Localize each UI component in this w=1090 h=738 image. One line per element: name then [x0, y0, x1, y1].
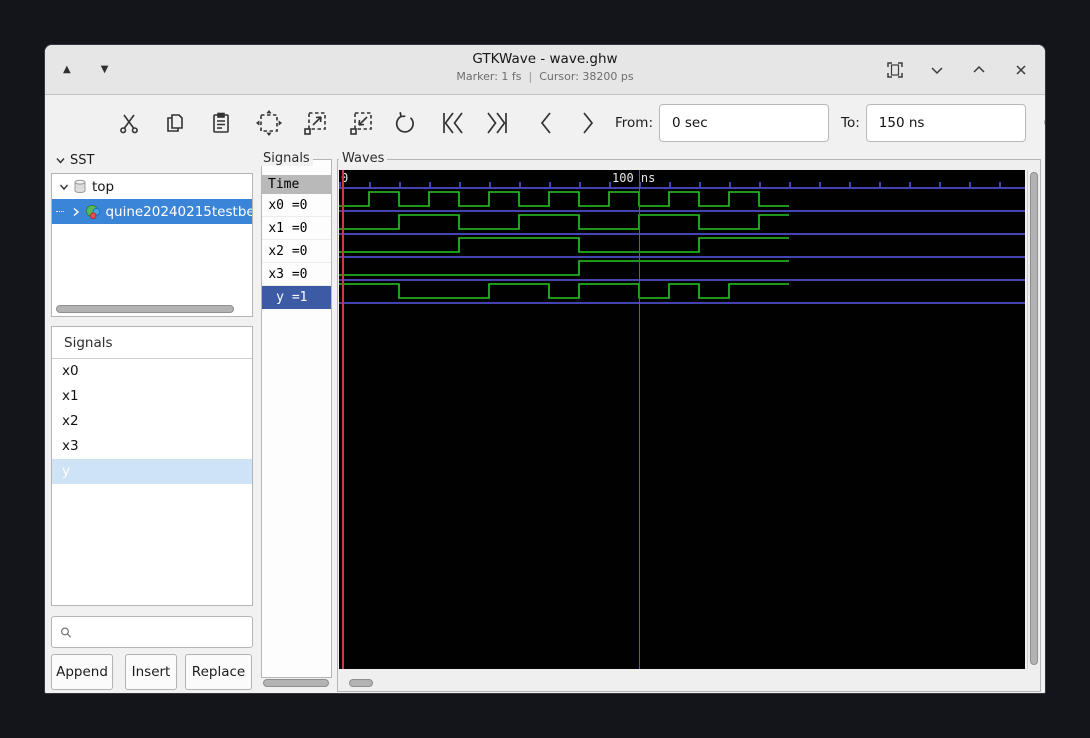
zoom-fit-icon[interactable]: [255, 109, 283, 137]
cursor-status: Cursor: 38200 ps: [539, 70, 634, 83]
waves-vertical-scrollbar: [1027, 170, 1039, 669]
cursor-line: [638, 170, 640, 669]
list-item-x1[interactable]: x1: [52, 384, 252, 409]
append-button[interactable]: Append: [51, 654, 113, 690]
signal-row-x1[interactable]: x1 =0: [262, 217, 331, 240]
signal-search-panel: Signals x0 x1 x2 x3 y: [51, 326, 253, 606]
signals-horizontal-scrollbar: [261, 678, 332, 688]
search-input[interactable]: [78, 623, 252, 641]
tree-connector: [56, 211, 65, 212]
status-separator: |: [528, 70, 533, 83]
wave-trace-y[interactable]: [339, 281, 1025, 304]
primary-marker-line: [342, 170, 344, 669]
toolbar: From: To:: [45, 96, 1045, 149]
chevron-down-icon: [56, 158, 65, 164]
to-label: To:: [841, 114, 860, 131]
skip-to-start-icon[interactable]: [439, 109, 467, 137]
scrollbar-thumb[interactable]: [263, 679, 329, 687]
fit-window-icon[interactable]: [887, 61, 903, 78]
minimize-icon[interactable]: [929, 62, 945, 78]
titlebar[interactable]: ▲ ▼ GTKWave - wave.ghw Marker: 1 fs | Curs…: [45, 45, 1045, 95]
maximize-icon[interactable]: [971, 62, 987, 78]
from-label: From:: [615, 114, 653, 131]
signal-row-y[interactable]: y =1: [262, 286, 331, 309]
skip-to-end-icon[interactable]: [483, 109, 511, 137]
tree-item-top[interactable]: top: [52, 174, 252, 199]
wave-trace-x3[interactable]: [339, 258, 1025, 281]
signal-row-x2[interactable]: x2 =0: [262, 240, 331, 263]
sst-section-header[interactable]: SST: [55, 153, 94, 168]
list-item-x0[interactable]: x0: [52, 359, 252, 384]
module-icon: [85, 204, 101, 220]
signal-search-box[interactable]: [51, 616, 253, 648]
wave-trace-x1[interactable]: [339, 212, 1025, 235]
tree-item-label: top: [92, 178, 115, 195]
close-icon[interactable]: [1013, 62, 1029, 78]
scrollbar-thumb[interactable]: [349, 679, 373, 687]
signal-row-x0[interactable]: x0 =0: [262, 194, 331, 217]
tree-horizontal-scrollbar: [54, 305, 250, 314]
reload-icon[interactable]: [1040, 109, 1045, 137]
to-input[interactable]: [865, 103, 1026, 142]
menu-icon[interactable]: [57, 112, 91, 133]
signals-value-panel: Time x0 =0 x1 =0 x2 =0 x3 =0 y =1: [261, 159, 332, 678]
gtkwave-window: ▲ ▼ GTKWave - wave.ghw Marker: 1 fs | Curs…: [44, 44, 1046, 694]
signal-row-x3[interactable]: x3 =0: [262, 263, 331, 286]
sst-tree-panel: top quine20240215testbench: [51, 173, 253, 317]
from-input[interactable]: [659, 103, 829, 142]
search-icon: [61, 627, 71, 637]
waves-frame-label: Waves: [339, 151, 388, 166]
zoom-in-icon[interactable]: [301, 109, 329, 137]
wave-trace-x2[interactable]: [339, 235, 1025, 258]
main-area: SST top quine20240215testb Signals x0 x1…: [45, 149, 1045, 693]
scrollbar-thumb[interactable]: [56, 305, 234, 313]
step-back-icon[interactable]: [535, 109, 557, 137]
time-column-header: Time: [262, 175, 331, 194]
tree-item-label: quine20240215testbench: [105, 203, 252, 220]
timeline-ticks: [339, 182, 1025, 189]
chevron-right-icon[interactable]: [70, 206, 82, 218]
signals-frame-label: Signals: [260, 151, 313, 166]
undo-icon[interactable]: [393, 110, 419, 136]
paste-icon[interactable]: [209, 111, 233, 135]
tree-item-testbench[interactable]: quine20240215testbench: [52, 199, 252, 224]
waves-horizontal-scrollbar: [341, 678, 1031, 688]
wave-trace-x0[interactable]: [339, 189, 1025, 212]
chevron-down-icon[interactable]: [58, 181, 70, 193]
replace-button[interactable]: Replace: [185, 654, 252, 690]
list-item-x2[interactable]: x2: [52, 409, 252, 434]
wave-canvas[interactable]: 0 100 ns: [339, 170, 1025, 669]
database-icon: [73, 179, 87, 194]
marker-status: Marker: 1 fs: [456, 70, 522, 83]
insert-button[interactable]: Insert: [125, 654, 177, 690]
scrollbar-thumb[interactable]: [1030, 172, 1038, 665]
cut-icon[interactable]: [117, 111, 141, 135]
list-item-y[interactable]: y: [52, 459, 252, 484]
copy-icon[interactable]: [163, 111, 187, 135]
sst-label: SST: [70, 153, 95, 168]
step-forward-icon[interactable]: [577, 109, 599, 137]
signal-search-header: Signals: [52, 327, 252, 359]
zoom-out-icon[interactable]: [347, 109, 375, 137]
list-item-x3[interactable]: x3: [52, 434, 252, 459]
